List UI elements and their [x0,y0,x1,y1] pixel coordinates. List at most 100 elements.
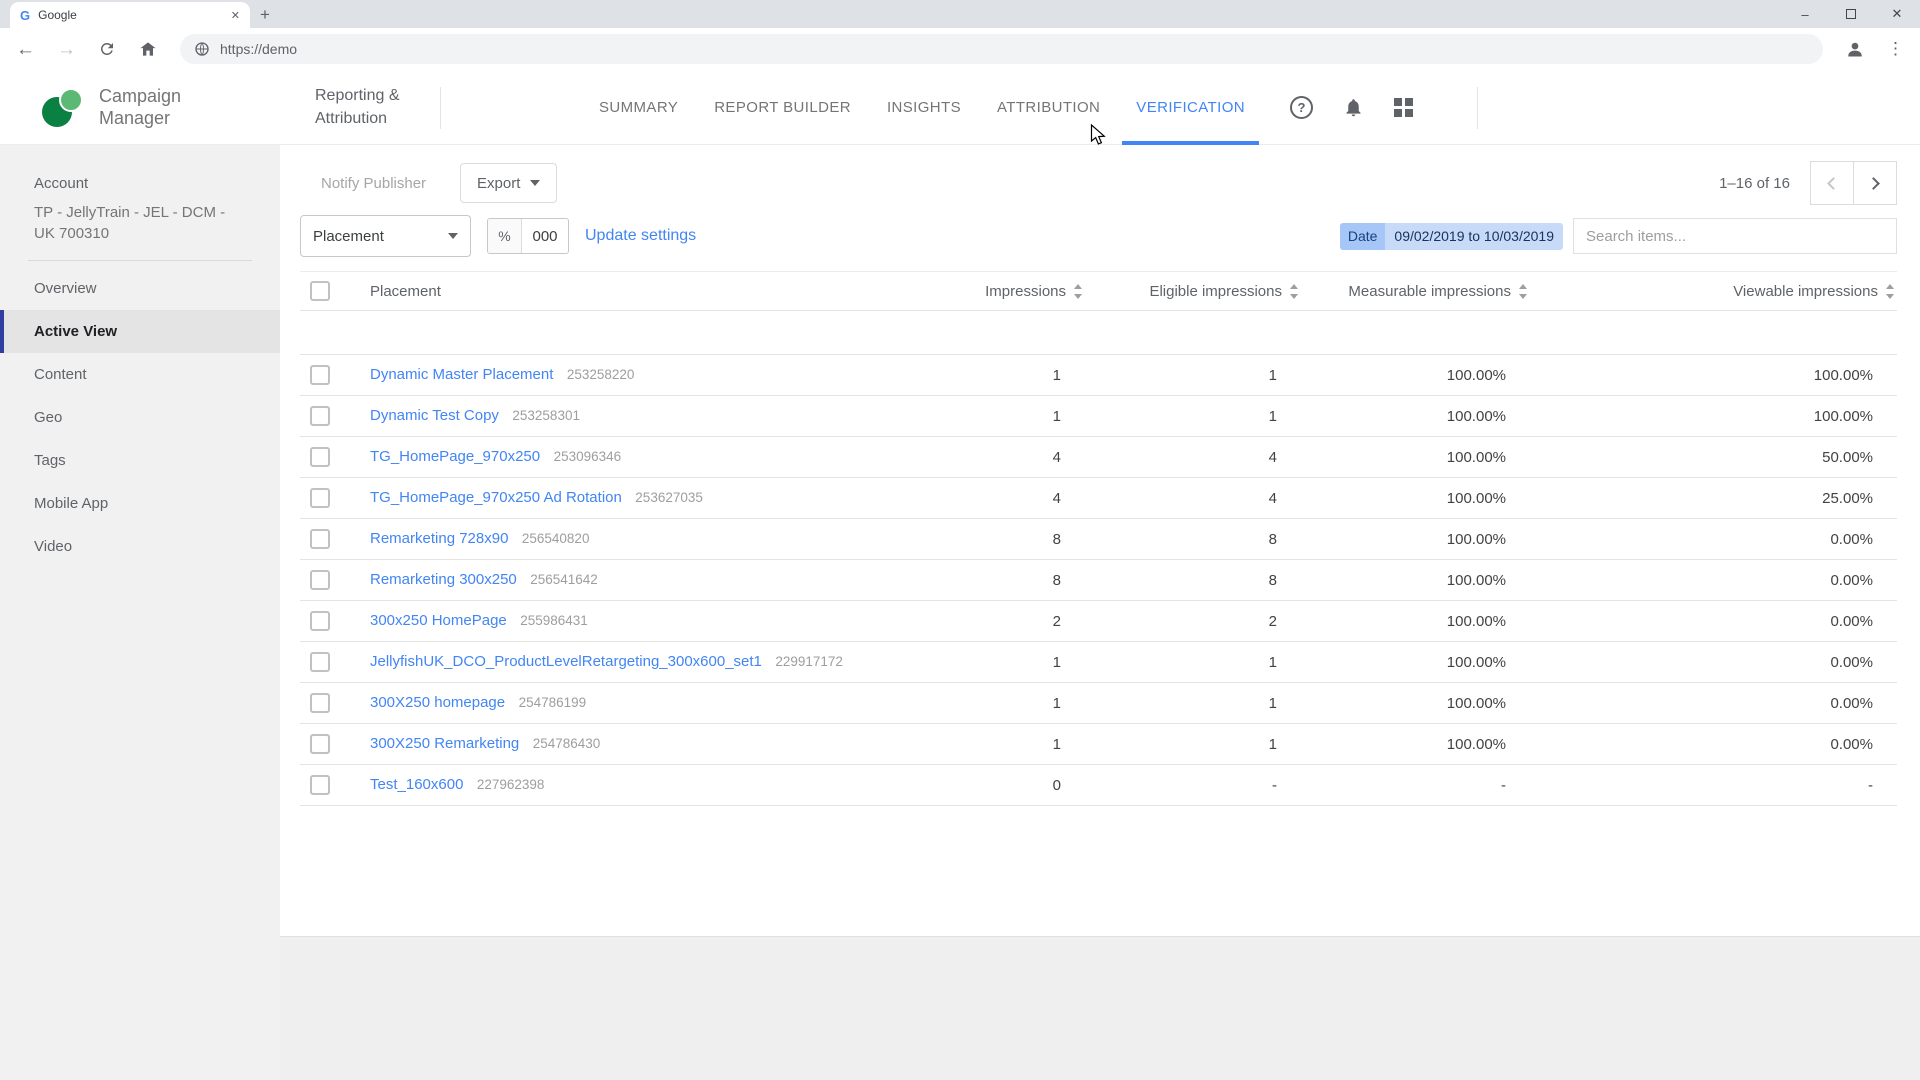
new-tab-button[interactable]: + [260,6,270,23]
date-filter-chip[interactable]: Date 09/02/2019 to 10/03/2019 [1340,223,1563,250]
profile-icon[interactable] [1845,39,1865,59]
pagination-next-button[interactable] [1853,161,1897,205]
column-header-eligible-impressions[interactable]: Eligible impressions [1085,283,1301,300]
measurable-impressions-value: 100.00% [1301,449,1530,466]
eligible-impressions-value: 1 [1085,695,1301,712]
viewable-impressions-value: 0.00% [1530,572,1897,589]
placement-link[interactable]: Remarketing 728x90 [370,530,508,547]
window-close-button[interactable]: ✕ [1874,0,1920,28]
placement-link[interactable]: 300X250 Remarketing [370,735,519,752]
row-checkbox[interactable] [310,734,330,754]
row-checkbox[interactable] [310,652,330,672]
reload-icon[interactable] [98,40,116,58]
content-panel: Notify Publisher Export 1–16 of 16 [280,145,1920,937]
table-row: Dynamic Test Copy 253258301 1 1 100.00% … [300,396,1897,437]
window-minimize-button[interactable]: – [1782,0,1828,28]
nav-tab[interactable]: VERIFICATION [1122,70,1259,145]
percent-threshold-control: % 000 [487,218,569,254]
column-header-measurable-impressions[interactable]: Measurable impressions [1301,283,1530,300]
notify-publisher-button[interactable]: Notify Publisher [321,175,426,192]
row-checkbox[interactable] [310,570,330,590]
apps-grid-icon[interactable] [1394,98,1413,117]
nav-tab[interactable]: REPORT BUILDER [700,70,865,145]
nav-tab[interactable]: ATTRIBUTION [983,70,1114,145]
browser-toolbar: ← → https://demo ⋮ [0,28,1920,70]
sidebar-item[interactable]: Mobile App [0,482,280,525]
nav-tab[interactable]: INSIGHTS [873,70,975,145]
placement-link[interactable]: Remarketing 300x250 [370,571,517,588]
browser-tab[interactable]: G Google ✕ [10,2,250,28]
sidebar-item[interactable]: Overview [0,267,280,310]
section-label: Reporting & Attribution [315,84,445,130]
placement-id: 253258220 [567,367,635,382]
row-checkbox[interactable] [310,406,330,426]
column-header-label: Eligible impressions [1149,283,1282,300]
search-input[interactable] [1573,218,1897,254]
placement-link[interactable]: 300x250 HomePage [370,612,507,629]
url-bar[interactable]: https://demo [180,34,1823,64]
chevron-down-icon [448,233,458,239]
help-icon[interactable]: ? [1290,96,1313,119]
nav-tab[interactable]: SUMMARY [585,70,692,145]
notifications-bell-icon[interactable] [1343,97,1364,118]
export-button[interactable]: Export [460,163,557,203]
main-nav: SUMMARY REPORT BUILDER INSIGHTS ATTRIBUT… [585,70,1259,145]
home-icon[interactable] [138,39,158,59]
row-checkbox[interactable] [310,611,330,631]
viewable-impressions-value: 100.00% [1530,367,1897,384]
browser-menu-icon[interactable]: ⋮ [1887,39,1904,59]
row-checkbox[interactable] [310,693,330,713]
window-maximize-button[interactable] [1828,0,1874,28]
placement-link[interactable]: Test_160x600 [370,776,463,793]
row-checkbox[interactable] [310,529,330,549]
measurable-impressions-value: 100.00% [1301,572,1530,589]
eligible-impressions-value: 1 [1085,654,1301,671]
placement-link[interactable]: TG_HomePage_970x250 Ad Rotation [370,489,622,506]
placement-link[interactable]: 300X250 homepage [370,694,505,711]
table-body: Dynamic Master Placement 253258220 1 1 1… [300,355,1897,806]
column-header-viewable-impressions[interactable]: Viewable impressions [1530,283,1897,300]
site-info-icon[interactable] [194,41,210,57]
sort-icon[interactable] [1073,284,1083,299]
main-area: Notify Publisher Export 1–16 of 16 [280,145,1920,1080]
actions-row: Notify Publisher Export 1–16 of 16 [300,145,1897,205]
select-all-checkbox[interactable] [310,281,330,301]
row-checkbox[interactable] [310,365,330,385]
percent-value-input[interactable]: 000 [522,219,568,253]
placement-link[interactable]: Dynamic Master Placement [370,366,553,383]
sidebar-item[interactable]: Geo [0,396,280,439]
sidebar-item[interactable]: Active View [0,310,280,353]
table-row: JellyfishUK_DCO_ProductLevelRetargeting_… [300,642,1897,683]
sidebar-item-label: Mobile App [34,495,108,512]
impressions-value: 8 [920,572,1085,589]
column-header-placement[interactable]: Placement [356,283,920,300]
chevron-right-icon [1867,177,1880,190]
update-settings-link[interactable]: Update settings [585,227,696,245]
column-header-impressions[interactable]: Impressions [920,283,1085,300]
sidebar-item[interactable]: Tags [0,439,280,482]
back-icon[interactable]: ← [16,40,35,59]
sidebar-item[interactable]: Content [0,353,280,396]
table-row: TG_HomePage_970x250 253096346 4 4 100.00… [300,437,1897,478]
measurable-impressions-value: 100.00% [1301,367,1530,384]
sort-icon[interactable] [1518,284,1528,299]
placement-link[interactable]: JellyfishUK_DCO_ProductLevelRetargeting_… [370,653,762,670]
tab-close-icon[interactable]: ✕ [231,9,240,22]
sort-icon[interactable] [1289,284,1299,299]
row-checkbox[interactable] [310,447,330,467]
row-checkbox[interactable] [310,488,330,508]
placement-link[interactable]: TG_HomePage_970x250 [370,448,540,465]
dimension-select[interactable]: Placement [300,215,471,257]
placement-id: 255986431 [520,613,588,628]
table-row: Remarketing 728x90 256540820 8 8 100.00%… [300,519,1897,560]
sort-icon[interactable] [1885,284,1895,299]
pagination-prev-button[interactable] [1810,161,1854,205]
sidebar-divider [28,260,252,261]
row-checkbox[interactable] [310,775,330,795]
eligible-impressions-value: 8 [1085,572,1301,589]
forward-icon[interactable]: → [57,40,76,59]
placement-id: 227962398 [477,777,545,792]
placement-id: 253096346 [554,449,622,464]
sidebar-item[interactable]: Video [0,525,280,568]
placement-link[interactable]: Dynamic Test Copy [370,407,499,424]
